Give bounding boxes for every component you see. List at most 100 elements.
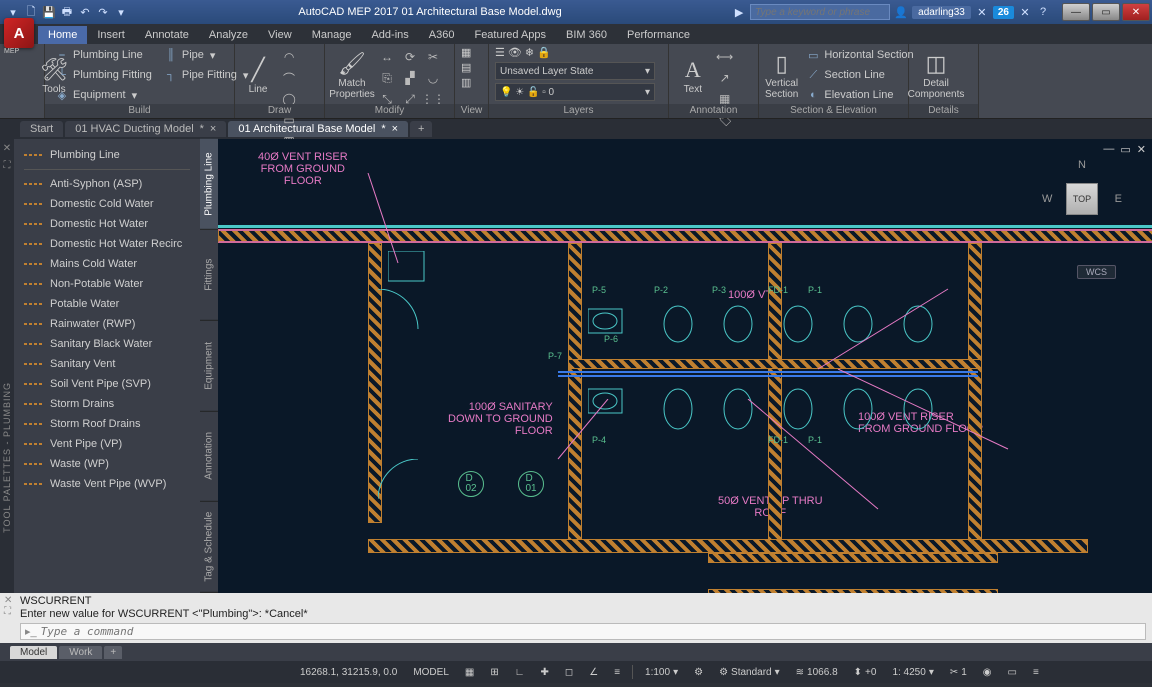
a360-icon[interactable]: ✕: [1018, 5, 1032, 19]
clean-screen-toggle[interactable]: ▭: [1004, 667, 1021, 678]
side-tab-fittings[interactable]: Fittings: [200, 230, 218, 321]
rotate-icon[interactable]: ⟳: [400, 48, 420, 66]
viewport-maximize-icon[interactable]: ▭: [1120, 143, 1130, 156]
ribbon-tab-annotate[interactable]: Annotate: [135, 26, 199, 44]
qat-save-icon[interactable]: 💾: [42, 5, 56, 19]
side-tab-equipment[interactable]: Equipment: [200, 321, 218, 412]
lineweight-toggle[interactable]: ≡: [610, 667, 624, 678]
command-input[interactable]: [41, 625, 1141, 638]
palette-item[interactable]: Mains Cold Water: [18, 254, 196, 274]
elevation-display[interactable]: ≋ 1066.8: [792, 667, 842, 678]
layeriso-icon[interactable]: 👁: [508, 46, 522, 59]
exchange-icon[interactable]: ✕: [975, 5, 989, 19]
qat-open-icon[interactable]: 🗋: [24, 5, 38, 19]
workspace-dropdown[interactable]: ⚙ Standard ▾: [715, 667, 784, 678]
qat-new-icon[interactable]: ▾: [6, 5, 20, 19]
leader-icon[interactable]: ↗: [715, 69, 735, 87]
close-tab-icon[interactable]: ×: [392, 123, 398, 135]
arc-icon[interactable]: ◠: [279, 48, 299, 66]
polyline-icon[interactable]: ⌒: [279, 69, 299, 87]
add-layout-button[interactable]: +: [104, 646, 122, 659]
ribbon-tab-home[interactable]: Home: [38, 26, 87, 44]
notification-badge[interactable]: 26: [993, 6, 1014, 19]
trim-icon[interactable]: ✂: [423, 48, 443, 66]
view2-icon[interactable]: ▤: [461, 61, 471, 74]
doc-tab-start[interactable]: Start: [20, 121, 63, 137]
ortho-toggle[interactable]: ∟: [511, 667, 529, 678]
grid-toggle[interactable]: ▦: [461, 667, 478, 678]
polar-toggle[interactable]: ✚: [537, 667, 553, 678]
mirror-icon[interactable]: ▞: [400, 69, 420, 87]
doc-tab-hvac[interactable]: 01 HVAC Ducting Model*×: [65, 121, 226, 137]
qat-redo-icon[interactable]: ↷: [96, 5, 110, 19]
horizontal-section-button[interactable]: ▭Horizontal Section: [802, 46, 917, 64]
ribbon-tab-a360[interactable]: A360: [419, 26, 465, 44]
text-button[interactable]: AText: [675, 46, 711, 104]
palette-item[interactable]: Sanitary Black Water: [18, 334, 196, 354]
layer-state-dropdown[interactable]: Unsaved Layer State▾: [495, 62, 655, 80]
layerprop-icon[interactable]: ☰: [495, 46, 505, 59]
search-nav-icon[interactable]: ▶: [732, 5, 746, 19]
viewport-minimize-icon[interactable]: —: [1103, 143, 1114, 156]
ribbon-tab-addins[interactable]: Add-ins: [361, 26, 418, 44]
qat-more-icon[interactable]: ▾: [114, 5, 128, 19]
plumbing-fitting-button[interactable]: └Plumbing Fitting: [51, 66, 156, 84]
view3-icon[interactable]: ▥: [461, 76, 471, 89]
user-chip[interactable]: adarling33: [912, 6, 971, 19]
line-button[interactable]: ╱Line: [241, 46, 275, 104]
layerfreeze-icon[interactable]: ❄: [525, 46, 534, 59]
elevation-line-button[interactable]: ◐Elevation Line: [802, 86, 917, 104]
palette-item[interactable]: Potable Water: [18, 294, 196, 314]
palette-item[interactable]: Soil Vent Pipe (SVP): [18, 374, 196, 394]
side-tab-annotation[interactable]: Annotation: [200, 411, 218, 502]
palette-item[interactable]: Sanitary Vent: [18, 354, 196, 374]
maximize-button[interactable]: ▭: [1092, 3, 1120, 21]
model-tab[interactable]: Model: [10, 646, 57, 659]
qat-print-icon[interactable]: 🖶: [60, 5, 74, 19]
isolate-toggle[interactable]: ◉: [979, 667, 996, 678]
osnap-toggle[interactable]: ◻: [561, 667, 577, 678]
move-icon[interactable]: ↔: [377, 48, 397, 66]
ribbon-tab-featured[interactable]: Featured Apps: [464, 26, 556, 44]
palette-item[interactable]: Waste Vent Pipe (WVP): [18, 474, 196, 494]
help-icon[interactable]: ?: [1036, 5, 1050, 19]
cmdline-handle-icon[interactable]: ✕⛶: [4, 595, 12, 617]
drawing-canvas[interactable]: — ▭ ✕ N E W TOP WCS 40Ø VENT RISER FROM …: [218, 139, 1152, 593]
palette-item[interactable]: Anti-Syphon (ASP): [18, 174, 196, 194]
layerlock-icon[interactable]: 🔒: [537, 46, 551, 59]
current-layer-dropdown[interactable]: 💡 ☀ 🔓 ▫ 0▾: [495, 83, 655, 101]
equipment-button[interactable]: ◈Equipment▾: [51, 86, 156, 104]
ribbon-tab-insert[interactable]: Insert: [87, 26, 135, 44]
palette-item[interactable]: Rainwater (RWP): [18, 314, 196, 334]
infocenter-search[interactable]: [750, 4, 890, 20]
ribbon-tab-manage[interactable]: Manage: [302, 26, 362, 44]
routing-pref[interactable]: ⬍ +0: [850, 667, 881, 678]
model-space-button[interactable]: MODEL: [409, 667, 453, 678]
detail-components-button[interactable]: ◫Detail Components: [915, 46, 957, 104]
viewport-close-icon[interactable]: ✕: [1137, 143, 1146, 156]
otrack-toggle[interactable]: ∠: [585, 667, 602, 678]
application-menu[interactable]: A: [4, 18, 34, 48]
section-line-button[interactable]: ⟋Section Line: [802, 66, 917, 84]
palette-item[interactable]: Domestic Hot Water: [18, 214, 196, 234]
ribbon-tab-analyze[interactable]: Analyze: [199, 26, 258, 44]
signin-icon[interactable]: 👤: [894, 5, 908, 19]
palette-item[interactable]: Non-Potable Water: [18, 274, 196, 294]
palette-item[interactable]: Waste (WP): [18, 454, 196, 474]
palette-item[interactable]: Vent Pipe (VP): [18, 434, 196, 454]
side-tab-tag[interactable]: Tag & Schedule: [200, 502, 218, 593]
palette-item[interactable]: Storm Roof Drains: [18, 414, 196, 434]
zoom-scale[interactable]: 1: 4250 ▾: [888, 667, 937, 678]
customize-status-icon[interactable]: ≡: [1029, 667, 1043, 678]
qat-undo-icon[interactable]: ↶: [78, 5, 92, 19]
close-button[interactable]: ✕: [1122, 3, 1150, 21]
fillet-icon[interactable]: ◡: [423, 69, 443, 87]
palette-header[interactable]: Plumbing Line: [18, 145, 196, 165]
work-tab[interactable]: Work: [59, 646, 102, 659]
palette-item[interactable]: Domestic Hot Water Recirc: [18, 234, 196, 254]
ribbon-tab-view[interactable]: View: [258, 26, 302, 44]
match-properties-button[interactable]: 🖌Match Properties: [331, 46, 373, 104]
palette-item[interactable]: Domestic Cold Water: [18, 194, 196, 214]
palette-close-icon[interactable]: ✕: [3, 143, 11, 154]
vertical-section-button[interactable]: ▯Vertical Section: [765, 46, 798, 104]
